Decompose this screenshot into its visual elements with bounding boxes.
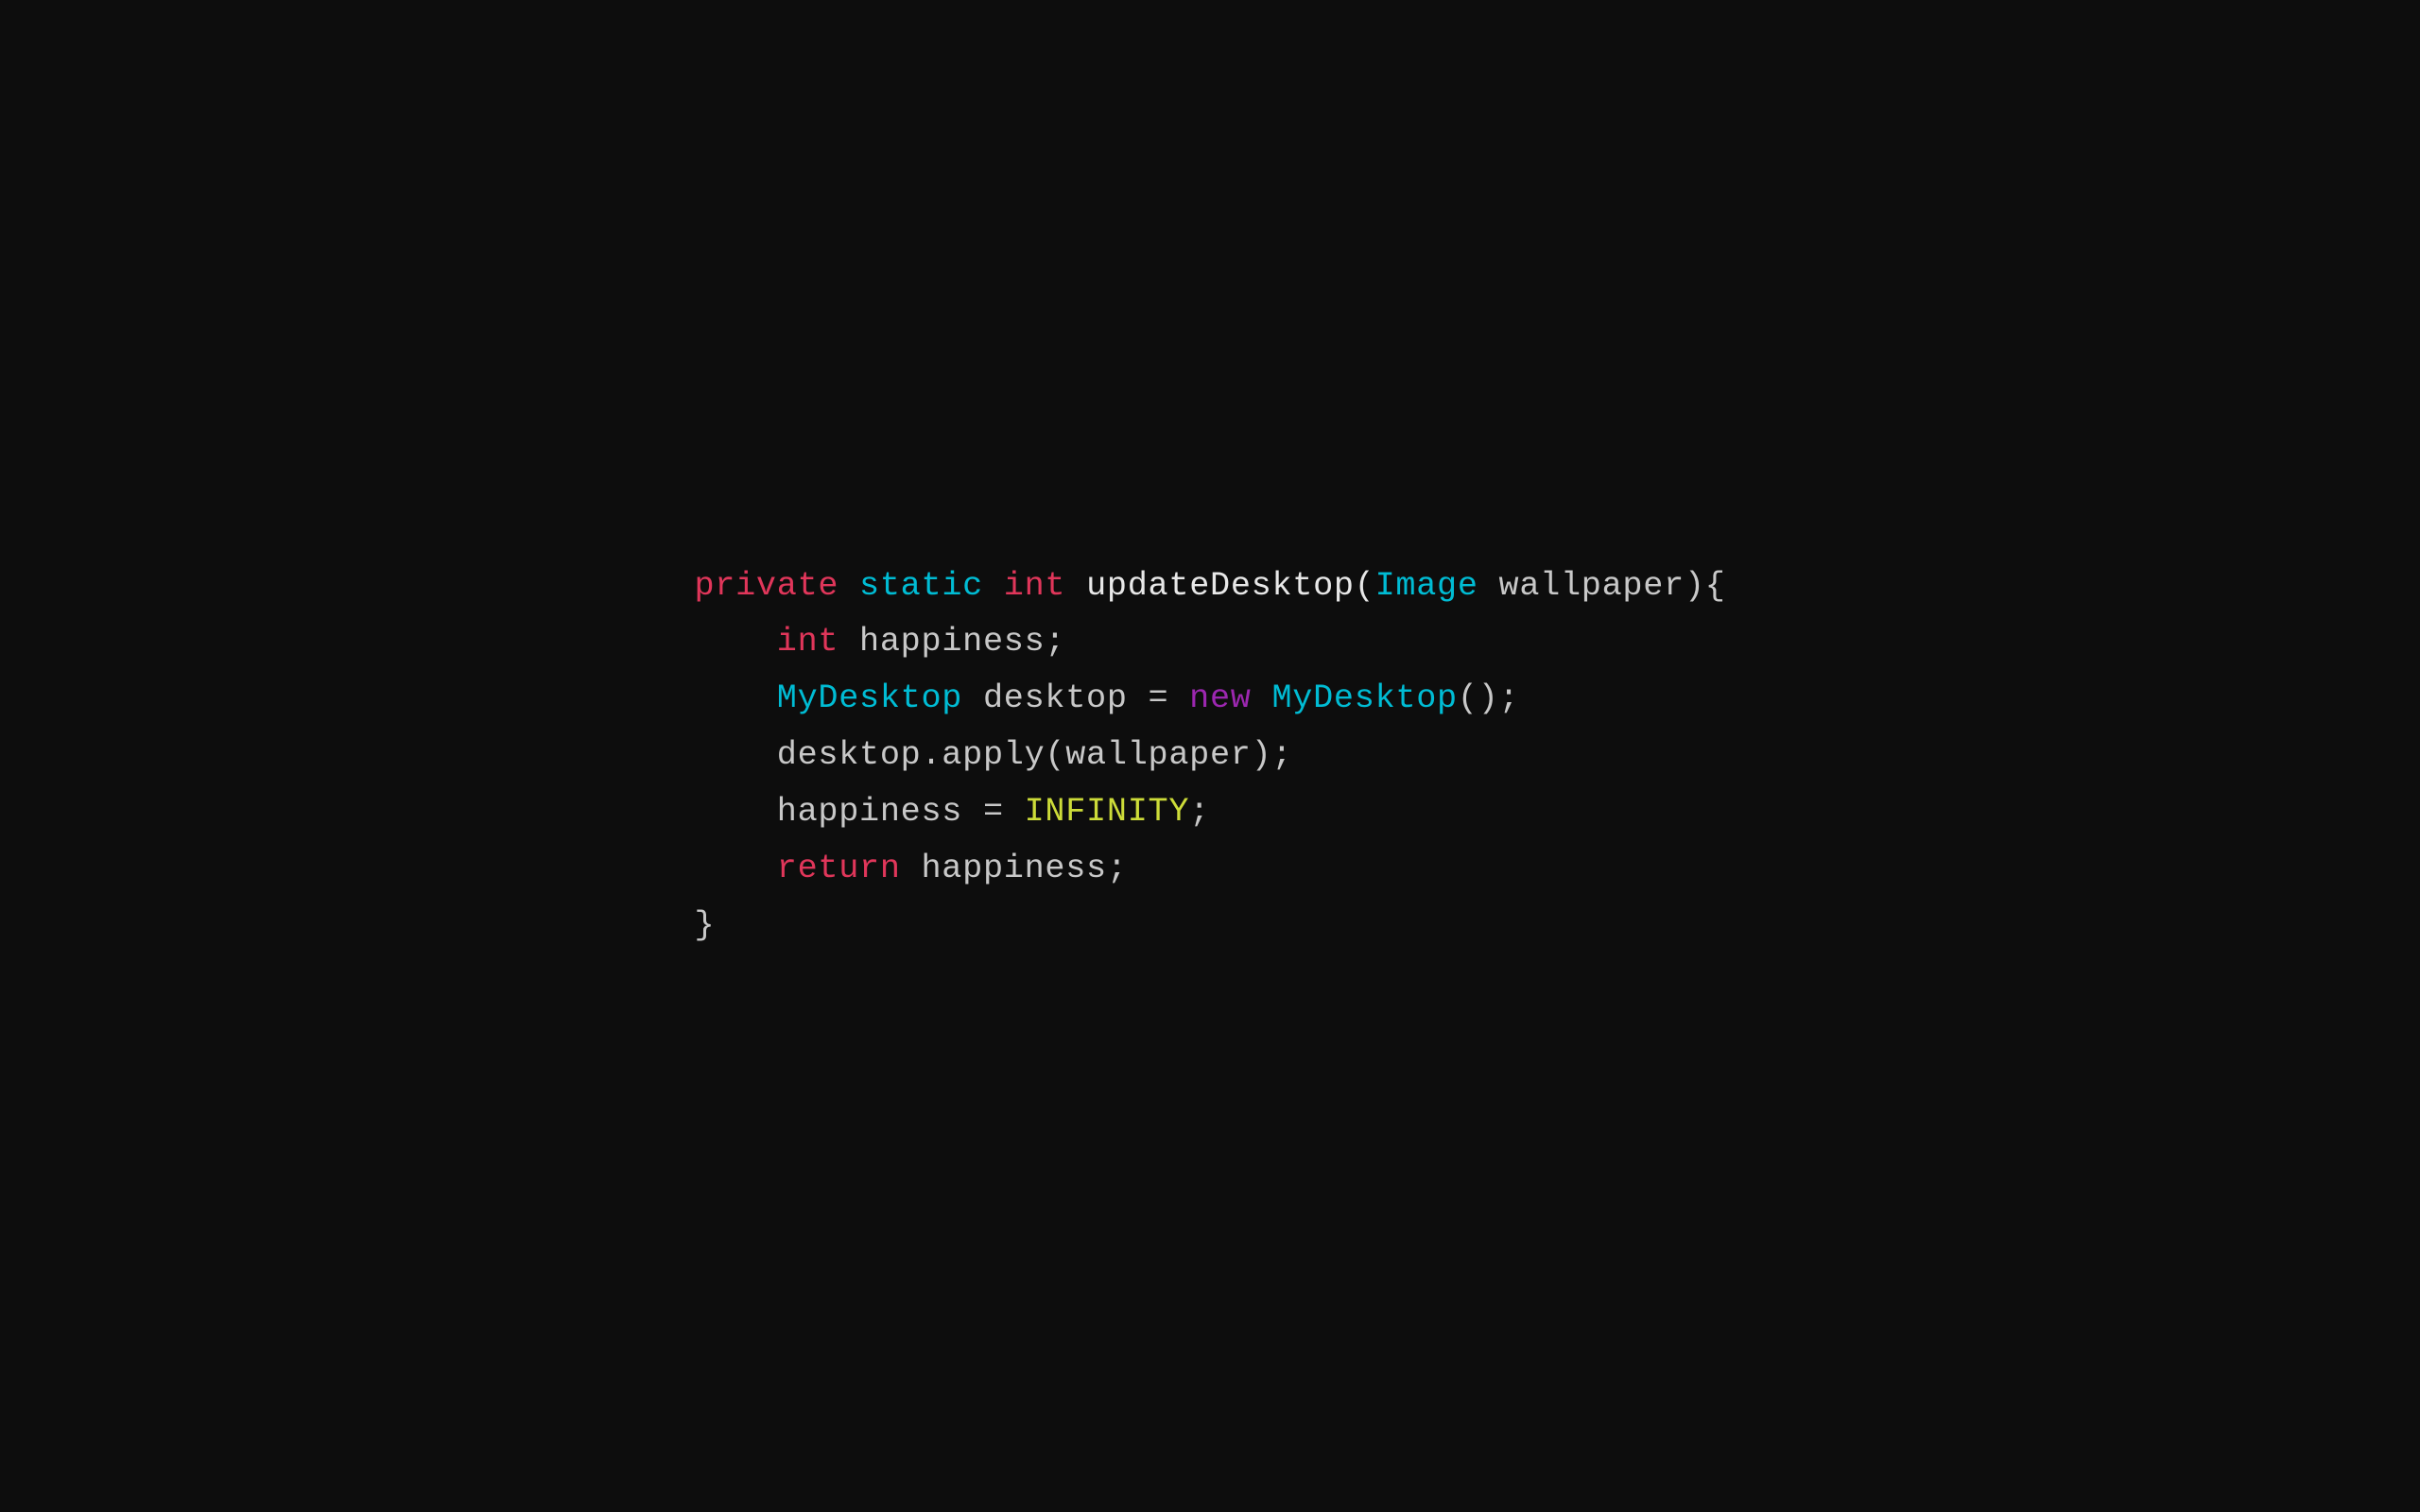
function-name: updateDesktop( <box>1086 558 1374 615</box>
keyword-new: new <box>1189 671 1251 728</box>
code-line-4: desktop.apply(wallpaper); <box>694 728 1725 784</box>
keyword-int-2: int <box>777 614 838 671</box>
line3-rest: desktop = <box>962 671 1189 728</box>
line1-rest2: wallpaper){ <box>1478 558 1726 615</box>
line4-rest: desktop.apply(wallpaper); <box>777 728 1293 784</box>
code-line-6: return happiness; <box>694 841 1725 898</box>
line5-rest2: ; <box>1189 784 1210 841</box>
keyword-private: private <box>694 558 838 615</box>
code-block: private static int updateDesktop( Image … <box>694 558 1725 954</box>
type-mydesktop-1: MyDesktop <box>777 671 962 728</box>
code-line-2: int happiness; <box>694 614 1725 671</box>
line6-rest: happiness; <box>901 841 1128 898</box>
code-line-1: private static int updateDesktop( Image … <box>694 558 1725 615</box>
line2-rest: happiness; <box>838 614 1065 671</box>
code-line-5: happiness = INFINITY ; <box>694 784 1725 841</box>
keyword-static: static <box>859 558 983 615</box>
keyword-int-1: int <box>1004 558 1065 615</box>
closing-brace: } <box>694 898 715 954</box>
type-image: Image <box>1375 558 1478 615</box>
keyword-return: return <box>777 841 901 898</box>
line3-rest3: (); <box>1458 671 1519 728</box>
code-line-3: MyDesktop desktop = new MyDesktop (); <box>694 671 1725 728</box>
code-line-7: } <box>694 898 1725 954</box>
line5-rest: happiness = <box>777 784 1025 841</box>
type-mydesktop-2: MyDesktop <box>1271 671 1457 728</box>
constant-infinity: INFINITY <box>1025 784 1190 841</box>
